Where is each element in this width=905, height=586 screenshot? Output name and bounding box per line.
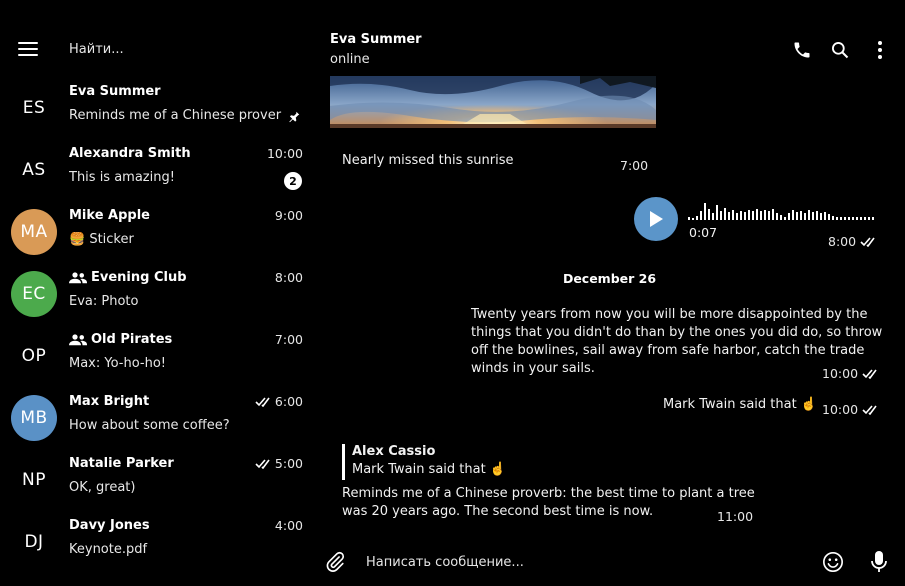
chat-item-alexandra-smith[interactable]: AS Alexandra Smith 10:00 This is amazing… bbox=[0, 140, 314, 202]
emoji-icon[interactable] bbox=[820, 549, 846, 575]
chat-name: Max Bright bbox=[69, 394, 150, 409]
chat-preview: Max: Yo-ho-ho! bbox=[69, 356, 167, 371]
phone-icon[interactable] bbox=[790, 38, 814, 62]
chat-name: Natalie Parker bbox=[69, 456, 174, 471]
search-icon[interactable] bbox=[828, 38, 852, 62]
chat-item-natalie-parker[interactable]: NP Natalie Parker 5:00 OK, great) bbox=[0, 450, 314, 512]
pin-icon bbox=[289, 111, 300, 123]
chat-preview: This is amazing! bbox=[69, 170, 175, 185]
chat-item-old-pirates[interactable]: OP Old Pirates 7:00 Max: Yo-ho-ho! bbox=[0, 326, 314, 388]
reply-author[interactable]: Alex Cassio bbox=[352, 443, 435, 461]
reply-quote[interactable]: Mark Twain said that ☝️ bbox=[352, 461, 506, 479]
reply-bar bbox=[342, 444, 345, 480]
sunrise-photo[interactable] bbox=[330, 76, 656, 128]
avatar: NP bbox=[22, 470, 46, 490]
play-icon bbox=[650, 211, 663, 227]
chat-item-davy-jones[interactable]: DJ Davy Jones 4:00 Keynote.pdf bbox=[0, 512, 314, 574]
chat-item-mike-apple[interactable]: MA Mike Apple 9:00 🍔 Sticker bbox=[0, 202, 314, 264]
message-list[interactable]: Nearly missed this sunrise 7:00 0:07 8:0… bbox=[314, 76, 905, 536]
peer-name[interactable]: Eva Summer bbox=[330, 32, 422, 47]
photo-caption: Nearly missed this sunrise bbox=[342, 153, 514, 168]
chat-name: Mike Apple bbox=[69, 208, 150, 223]
microphone-icon[interactable] bbox=[866, 549, 892, 575]
menu-icon[interactable] bbox=[18, 42, 38, 58]
group-icon bbox=[69, 333, 87, 345]
chat-name: Alexandra Smith bbox=[69, 146, 191, 161]
group-icon bbox=[69, 271, 87, 283]
chat-preview: How about some coffee? bbox=[69, 418, 230, 433]
avatar: MB bbox=[11, 395, 57, 441]
search-input[interactable] bbox=[62, 36, 292, 62]
message-time: 10:00 bbox=[822, 366, 880, 381]
message-time: 8:00 bbox=[828, 234, 878, 249]
chat-time: 7:00 bbox=[274, 332, 303, 347]
double-check-icon bbox=[255, 458, 270, 469]
chat-time: 4:00 bbox=[274, 518, 303, 533]
avatar: DJ bbox=[24, 532, 44, 552]
chat-list-panel: ES Eva Summer Reminds me of a Chinese pr… bbox=[0, 0, 314, 586]
double-check-icon bbox=[862, 368, 877, 379]
chat-preview: OK, great) bbox=[69, 480, 136, 495]
voice-duration: 0:07 bbox=[689, 225, 718, 240]
unread-badge: 2 bbox=[284, 172, 302, 190]
peer-status: online bbox=[330, 52, 370, 67]
chat-time: 9:00 bbox=[274, 208, 303, 223]
more-vertical-icon[interactable] bbox=[868, 38, 892, 62]
chat-name: Old Pirates bbox=[69, 332, 172, 347]
avatar: MA bbox=[11, 209, 57, 255]
chat-time: 10:00 bbox=[266, 146, 303, 161]
chat-name: Davy Jones bbox=[69, 518, 150, 533]
chat-time: 5:00 bbox=[255, 456, 303, 471]
composer bbox=[314, 536, 905, 586]
avatar: AS bbox=[22, 160, 46, 180]
chat-name: Evening Club bbox=[69, 270, 187, 285]
chat-time: 6:00 bbox=[255, 394, 303, 409]
chat-header: Eva Summer online bbox=[314, 0, 905, 76]
double-check-icon bbox=[862, 404, 877, 415]
voice-waveform[interactable] bbox=[688, 199, 878, 221]
chat-preview: Reminds me of a Chinese proverb: the bes… bbox=[69, 108, 282, 123]
avatar: OP bbox=[21, 346, 47, 366]
double-check-icon bbox=[255, 396, 270, 407]
chat-item-evening-club[interactable]: EC Evening Club 8:00 Eva: Photo bbox=[0, 264, 314, 326]
attach-icon[interactable] bbox=[322, 549, 348, 575]
message-time: 11:00 bbox=[717, 509, 754, 524]
avatar: ES bbox=[22, 98, 46, 118]
message-time: 10:00 bbox=[822, 402, 880, 417]
chat-preview: 🍔 Sticker bbox=[69, 232, 134, 247]
chat-item-max-bright[interactable]: MB Max Bright 6:00 How about some coffee… bbox=[0, 388, 314, 450]
chat-preview: Eva: Photo bbox=[69, 294, 139, 309]
message-time: 7:00 bbox=[620, 158, 649, 173]
message-input[interactable] bbox=[360, 550, 800, 574]
chat-item-eva-summer[interactable]: ES Eva Summer Reminds me of a Chinese pr… bbox=[0, 78, 314, 140]
chat-name: Eva Summer bbox=[69, 84, 161, 99]
play-button[interactable] bbox=[634, 197, 678, 241]
chat-time: 8:00 bbox=[274, 270, 303, 285]
avatar: EC bbox=[11, 271, 57, 317]
message-text: Reminds me of a Chinese proverb: the bes… bbox=[342, 486, 755, 519]
chat-preview: Keynote.pdf bbox=[69, 542, 148, 557]
message-text: Mark Twain said that ☝️ bbox=[663, 397, 818, 412]
date-separator: December 26 bbox=[562, 271, 657, 286]
double-check-icon bbox=[860, 236, 875, 247]
